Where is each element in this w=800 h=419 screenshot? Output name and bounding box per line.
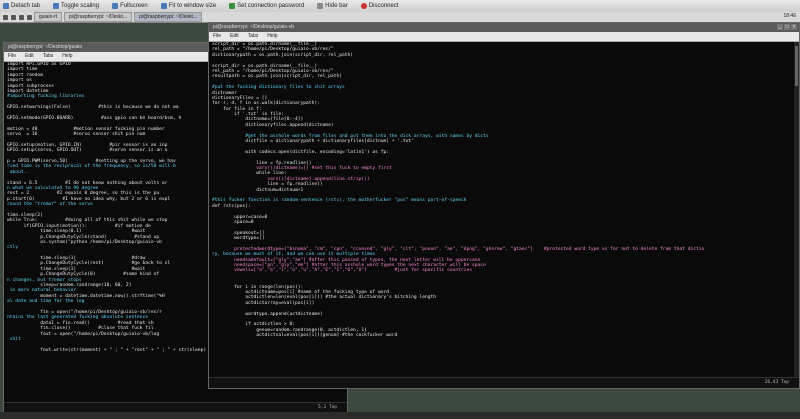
- close-icon[interactable]: ×: [791, 24, 797, 30]
- menu-item-edit[interactable]: Edit: [25, 53, 34, 59]
- taskbar-task[interactable]: guiaio-rt: [34, 12, 63, 22]
- hide-icon: [317, 3, 324, 9]
- scrollbar-thumb[interactable]: [795, 46, 798, 86]
- toolbar-item[interactable]: Fit to window size: [158, 3, 216, 9]
- toolbar-item[interactable]: Fullscreen: [109, 3, 148, 9]
- window-title: pi@raspberrypi: ~/Desktop/guiaio: [8, 44, 83, 50]
- menu-item-help[interactable]: Help: [62, 53, 72, 59]
- toolbar-item[interactable]: Toggle scaling: [50, 3, 99, 9]
- menu-icon[interactable]: [3, 14, 8, 20]
- toolbar-item-label: Fullscreen: [120, 3, 148, 9]
- toolbar-item-label: Hide bar: [325, 3, 348, 9]
- taskbar-task[interactable]: pi@raspberrypi: ~/Deskt...: [64, 12, 133, 22]
- taskbar-task[interactable]: pi@raspberrypi: ~/Deskt...: [134, 12, 203, 22]
- taskbar-clock: 18:46: [783, 13, 796, 19]
- toolbar-item-label: Toggle scaling: [61, 3, 100, 9]
- toolbar-item[interactable]: Hide bar: [314, 3, 348, 9]
- fullscreen-icon: [112, 3, 119, 9]
- menu-item-tabs[interactable]: Tabs: [248, 33, 259, 39]
- window-title-bar[interactable]: pi@raspberrypi: ~/Desktop/guiaio-vb _ □ …: [209, 23, 799, 32]
- toolbar-item[interactable]: Detach tab: [0, 3, 40, 9]
- maximize-icon[interactable]: □: [784, 24, 790, 30]
- toolbar-item[interactable]: Set connection password: [226, 3, 304, 9]
- disconnect-icon: [360, 3, 367, 9]
- scrollbar[interactable]: [794, 42, 799, 378]
- menu-item-file[interactable]: File: [213, 33, 221, 39]
- key-icon: [229, 3, 236, 9]
- window-menubar: File Edit Tabs Help: [209, 32, 799, 42]
- toolbar-item-label: Disconnect: [368, 3, 399, 9]
- editor-status: 26,43 Top: [209, 377, 799, 388]
- toolbar-item[interactable]: Disconnect: [358, 3, 399, 9]
- terminal-window-right[interactable]: pi@raspberrypi: ~/Desktop/guiaio-vb _ □ …: [208, 22, 800, 389]
- window-title: pi@raspberrypi: ~/Desktop/guiaio-vb: [213, 24, 295, 30]
- menu-item-help[interactable]: Help: [267, 33, 277, 39]
- toolbar-item-label: Set connection password: [237, 3, 305, 9]
- menu-item-tabs[interactable]: Tabs: [43, 53, 54, 59]
- menu-item-file[interactable]: File: [8, 53, 16, 59]
- detach-icon: [3, 3, 9, 9]
- folder-icon[interactable]: [19, 14, 24, 20]
- code-editor[interactable]: script_dir = os.path.dirname(__file__) re…: [209, 42, 794, 378]
- fit-icon: [160, 3, 167, 9]
- minimize-icon[interactable]: _: [777, 24, 783, 30]
- code-line: actdictval=eval(pos[i])[genum] #the cock…: [212, 333, 398, 339]
- menu-item-edit[interactable]: Edit: [230, 33, 239, 39]
- scaling-icon: [53, 3, 60, 9]
- toolbar-item-label: Detach tab: [11, 3, 41, 9]
- browser-icon[interactable]: [11, 14, 16, 20]
- task-list: guiaio-rt pi@raspberrypi: ~/Deskt... pi@ra…: [32, 12, 203, 22]
- toolbar-item-label: Fit to window size: [168, 3, 217, 9]
- desktop-bottom-edge: [0, 412, 800, 419]
